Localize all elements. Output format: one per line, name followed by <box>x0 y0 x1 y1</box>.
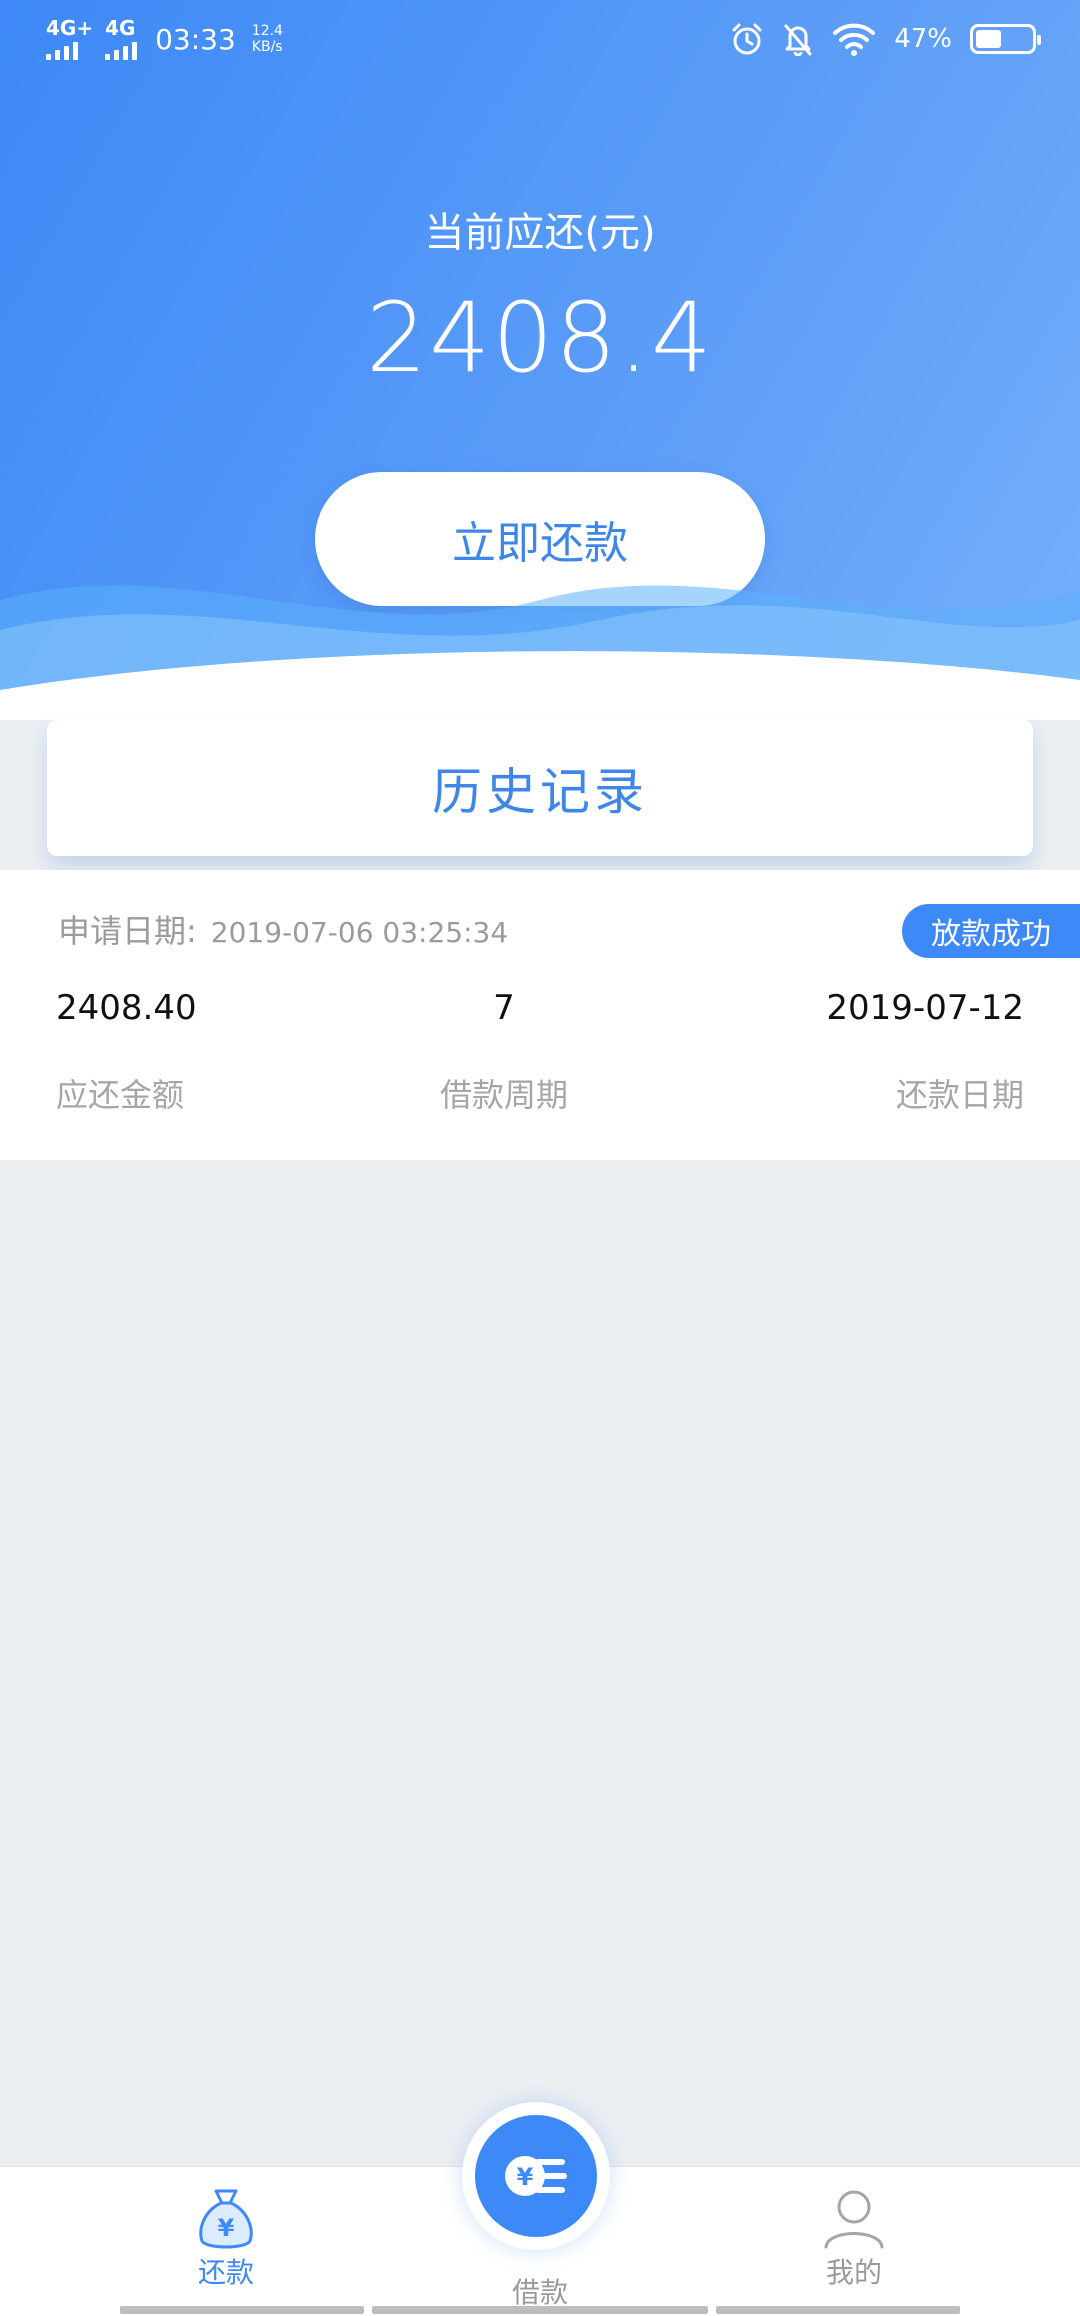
status-badge: 放款成功 <box>902 904 1080 958</box>
gesture-bar-middle <box>372 2306 708 2314</box>
nav-borrow-label[interactable]: 借款 <box>440 2271 640 2311</box>
network-type-1: 4G+ <box>46 16 94 40</box>
nav-borrow-button[interactable]: ¥ <box>462 2102 610 2250</box>
loan-period-column: 7 借款周期 <box>424 988 584 1116</box>
yen-coin-icon: ¥ <box>505 2156 567 2196</box>
apply-date-value: 2019-07-06 03:25:34 <box>210 916 509 949</box>
battery-icon <box>970 24 1041 54</box>
apply-date-line: 申请日期: 2019-07-06 03:25:34 <box>58 906 508 952</box>
apply-date-label: 申请日期: <box>58 912 197 950</box>
repay-amount-label: 应还金额 <box>56 1076 185 1114</box>
nav-tab-me[interactable]: 我的 <box>754 2185 954 2291</box>
header-banner: 4G+ 4G 03:33 12.4 KB/s 47% 当前应还(元) 2408.… <box>0 0 1080 720</box>
amount-due-label: 当前应还(元) <box>424 210 656 256</box>
status-left: 4G+ 4G 03:33 12.4 KB/s <box>46 18 283 60</box>
repay-amount-value: 2408.40 <box>56 988 197 1028</box>
wave-decoration <box>0 585 1080 720</box>
signal-4g-plus: 4G+ <box>46 18 93 60</box>
nav-repay-label: 还款 <box>197 2256 254 2289</box>
notifications-off-icon <box>784 24 812 56</box>
repay-date-label: 还款日期 <box>895 1076 1024 1114</box>
clock-time: 03:33 <box>155 22 236 56</box>
network-speed-unit: KB/s <box>251 39 283 55</box>
nav-tab-repay[interactable]: ¥ 还款 <box>126 2185 326 2291</box>
svg-text:¥: ¥ <box>218 2214 235 2242</box>
money-bag-icon: ¥ <box>199 2189 253 2249</box>
user-icon <box>824 2190 884 2249</box>
status-bar: 4G+ 4G 03:33 12.4 KB/s 47% <box>0 0 1080 84</box>
battery-percent: 47% <box>894 24 952 54</box>
svg-text:¥: ¥ <box>517 2163 534 2191</box>
alarm-icon <box>732 23 762 55</box>
battery-level <box>976 30 1002 48</box>
repay-date-column: 2019-07-12 还款日期 <box>826 988 1024 1116</box>
nav-borrow-circle: ¥ <box>475 2115 597 2237</box>
loan-period-label: 借款周期 <box>439 1076 568 1114</box>
amount-due-value: 2408.4 <box>366 282 714 394</box>
signal-bars-icon <box>105 40 138 60</box>
gesture-bar-left <box>120 2306 364 2314</box>
signal-bars-icon <box>46 40 78 60</box>
nav-me-label: 我的 <box>825 2256 882 2289</box>
network-speed-value: 12.4 <box>251 23 283 39</box>
repay-amount-column: 2408.40 应还金额 <box>56 988 197 1116</box>
loan-period-value: 7 <box>493 988 515 1028</box>
status-right: 47% <box>730 22 1041 56</box>
gesture-bar-right <box>716 2306 960 2314</box>
signal-4g: 4G <box>105 16 138 60</box>
loan-record[interactable]: 申请日期: 2019-07-06 03:25:34 放款成功 2408.40 应还… <box>0 870 1080 1160</box>
repay-date-value: 2019-07-12 <box>826 988 1024 1028</box>
history-records-button[interactable]: 历史记录 <box>47 720 1033 856</box>
wifi-icon <box>833 23 876 56</box>
network-type-2: 4G <box>105 16 136 40</box>
network-speed: 12.4 KB/s <box>252 23 283 55</box>
